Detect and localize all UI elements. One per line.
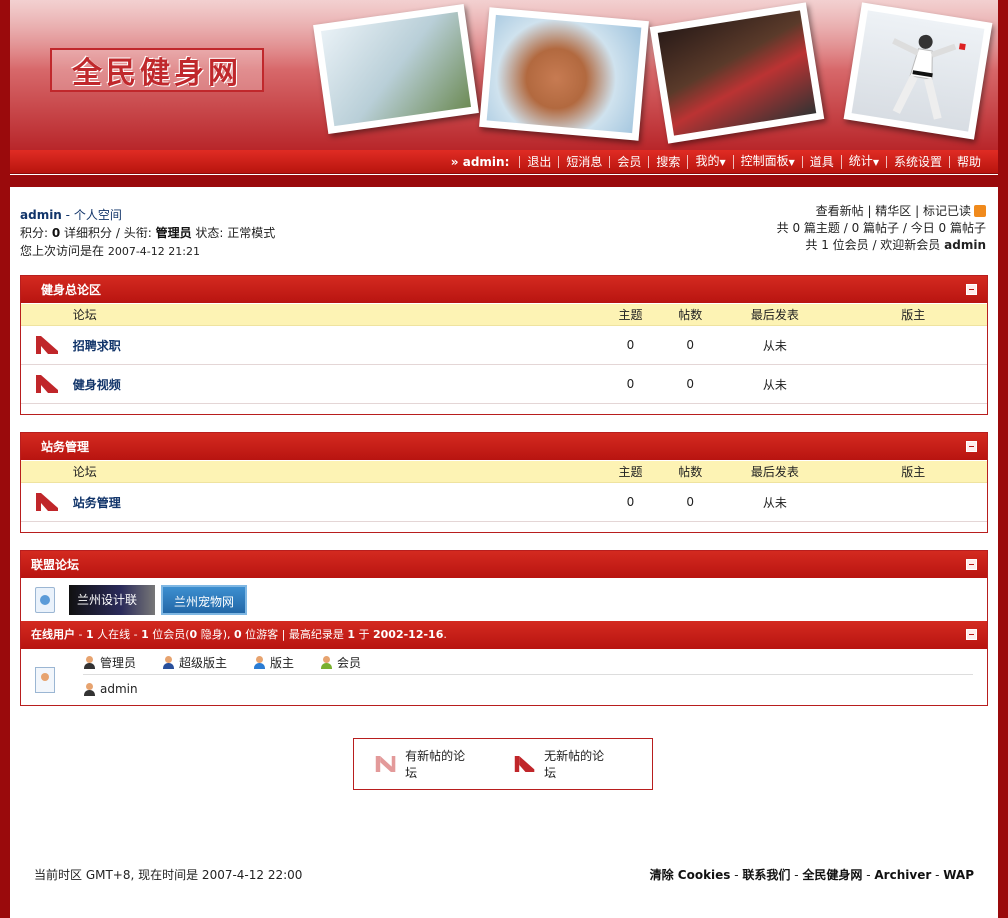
no-new-posts-icon xyxy=(35,375,58,393)
nav-tools[interactable]: 道具 xyxy=(801,155,841,168)
no-new-posts-icon xyxy=(514,756,535,772)
nav-stats[interactable]: 统计▼ xyxy=(840,154,886,169)
no-new-posts-icon xyxy=(35,493,58,511)
column-header: 论坛 主题 帖数 最后发表 版主 xyxy=(21,461,987,483)
karate-figure-icon xyxy=(892,34,966,120)
forum-link[interactable]: 招聘求职 xyxy=(73,337,591,354)
new-posts-label: 有新帖的论坛 xyxy=(405,749,466,780)
union-title[interactable]: 联盟论坛 xyxy=(21,551,987,579)
member-user-icon xyxy=(320,656,333,669)
newest-member-link[interactable]: admin xyxy=(944,238,986,252)
union-logo-pets[interactable]: 兰州宠物网 xyxy=(161,585,247,615)
post-counts: 共 0 篇主题 / 0 篇帖子 / 今日 0 篇帖子 xyxy=(776,221,986,235)
forum-link[interactable]: 健身视频 xyxy=(73,376,591,393)
category-fitness: 健身总论区 论坛 主题 帖数 最后发表 版主 招聘求职 0 0 从未 健身视频 … xyxy=(20,275,988,415)
category-title[interactable]: 健身总论区 xyxy=(21,276,987,304)
timezone-info: 当前时区 GMT+8, 现在时间是 2007-4-12 22:00 xyxy=(34,867,303,882)
collapse-icon[interactable] xyxy=(966,284,977,295)
site-logo[interactable]: 全民健身网 xyxy=(50,48,264,92)
category-site-admin: 站务管理 论坛 主题 帖数 最后发表 版主 站务管理 0 0 从未 xyxy=(20,432,988,533)
chevron-down-icon: ▼ xyxy=(872,157,879,167)
legend-mod: 版主 xyxy=(253,654,294,671)
union-logo-design[interactable]: 兰州设计联 xyxy=(69,585,155,615)
bodybuilder-photo xyxy=(479,7,649,141)
online-users-icon xyxy=(35,667,55,693)
legend-super-mod: 超级版主 xyxy=(162,654,227,671)
forum-icon-legend: 有新帖的论坛 无新帖的论坛 xyxy=(353,738,653,790)
admin-user-icon xyxy=(83,682,96,696)
processed-info: Processed in 0.029744 second(s), 5 queri… xyxy=(766,899,996,911)
legend-member: 会员 xyxy=(320,654,361,671)
discuz-link[interactable]: Discuz! 5.5.0 xyxy=(771,885,848,897)
forum-row: 招聘求职 0 0 从未 xyxy=(21,326,987,365)
page: 全民健身网 » admin: 退出 短消息 会员 搜索 我的▼ 控制面板▼ 道具 xyxy=(10,0,998,918)
clear-cookies-link[interactable]: 清除 Cookies xyxy=(650,868,731,882)
no-new-posts-icon xyxy=(35,336,58,354)
nav-search[interactable]: 搜索 xyxy=(648,155,687,168)
nav-control-panel[interactable]: 控制面板▼ xyxy=(732,154,802,169)
site-logo-text: 全民健身网 xyxy=(72,56,242,91)
chevron-down-icon: ▼ xyxy=(788,157,795,167)
mark-read-link[interactable]: 标记已读 xyxy=(923,204,971,218)
legend-admin: 管理员 xyxy=(83,654,136,671)
view-new-posts-link[interactable]: 查看新帖 xyxy=(816,204,864,218)
union-forums: 联盟论坛 兰州设计联 兰州宠物网 在线用户 - 1 人在线 - 1 位会员(0 … xyxy=(20,550,988,706)
nav-logout[interactable]: 退出 xyxy=(519,155,558,168)
collapse-icon[interactable] xyxy=(966,559,977,570)
online-users-header[interactable]: 在线用户 - 1 人在线 - 1 位会员(0 隐身), 0 位游客 | 最高纪录… xyxy=(21,621,987,649)
nav-members[interactable]: 会员 xyxy=(609,155,648,168)
nav-settings[interactable]: 系统设置 xyxy=(885,155,949,168)
footer: 当前时区 GMT+8, 现在时间是 2007-4-12 22:00 清除 Coo… xyxy=(10,864,998,884)
category-title[interactable]: 站务管理 xyxy=(21,433,987,461)
top-nav: » admin: 退出 短消息 会员 搜索 我的▼ 控制面板▼ 道具 统计▼ 系… xyxy=(10,150,998,174)
new-posts-icon xyxy=(375,756,396,772)
user-title: 管理员 xyxy=(155,226,192,240)
column-header: 论坛 主题 帖数 最后发表 版主 xyxy=(21,304,987,326)
forum-row: 站务管理 0 0 从未 xyxy=(21,483,987,522)
boxing-photo xyxy=(649,2,825,144)
no-new-posts-label: 无新帖的论坛 xyxy=(544,749,605,780)
yoga-photo xyxy=(313,3,479,135)
digest-link[interactable]: 精华区 xyxy=(875,204,911,218)
rss-icon[interactable] xyxy=(974,205,986,217)
username-link[interactable]: admin xyxy=(20,208,62,222)
contact-link[interactable]: 联系我们 xyxy=(742,868,790,882)
site-header: 全民健身网 xyxy=(10,0,998,150)
wap-link[interactable]: WAP xyxy=(943,868,974,882)
nav-user[interactable]: » admin: xyxy=(451,155,510,169)
union-page-icon xyxy=(35,587,55,613)
archiver-link[interactable]: Archiver xyxy=(874,868,931,882)
forum-link[interactable]: 站务管理 xyxy=(73,494,591,511)
mod-user-icon xyxy=(253,656,266,669)
last-visit-time: 2007-4-12 21:21 xyxy=(107,245,200,258)
chevron-down-icon: ▼ xyxy=(719,157,726,167)
nav-messages[interactable]: 短消息 xyxy=(558,155,609,168)
super-mod-user-icon xyxy=(162,656,175,669)
forum-row: 健身视频 0 0 从未 xyxy=(21,365,987,404)
user-status: 正常模式 xyxy=(227,226,276,240)
nav-help[interactable]: 帮助 xyxy=(948,155,988,168)
admin-user-icon xyxy=(83,656,96,669)
karate-photo xyxy=(843,2,993,140)
online-user[interactable]: admin xyxy=(83,682,138,696)
user-info: admin - 个人空间 积分: 0 详细积分 / 头衔: 管理员 状态: 正常… xyxy=(20,208,276,258)
personal-space-link[interactable]: - 个人空间 xyxy=(62,208,122,222)
detail-points-link[interactable]: 详细积分 xyxy=(60,226,112,240)
home-link[interactable]: 全民健身网 xyxy=(802,868,862,882)
points-value: 0 xyxy=(51,226,61,240)
forum-stats: 查看新帖 | 精华区 | 标记已读 共 0 篇主题 / 0 篇帖子 / 今日 0… xyxy=(776,204,986,252)
nav-my[interactable]: 我的▼ xyxy=(687,154,732,169)
collapse-icon[interactable] xyxy=(966,441,977,452)
user-group-legend: 管理员 超级版主 版主 会员 xyxy=(83,651,973,675)
collapse-icon[interactable] xyxy=(966,629,977,640)
powered-by: Powered by Discuz! 5.5.0 © 2001-2006 Com… xyxy=(707,885,996,911)
